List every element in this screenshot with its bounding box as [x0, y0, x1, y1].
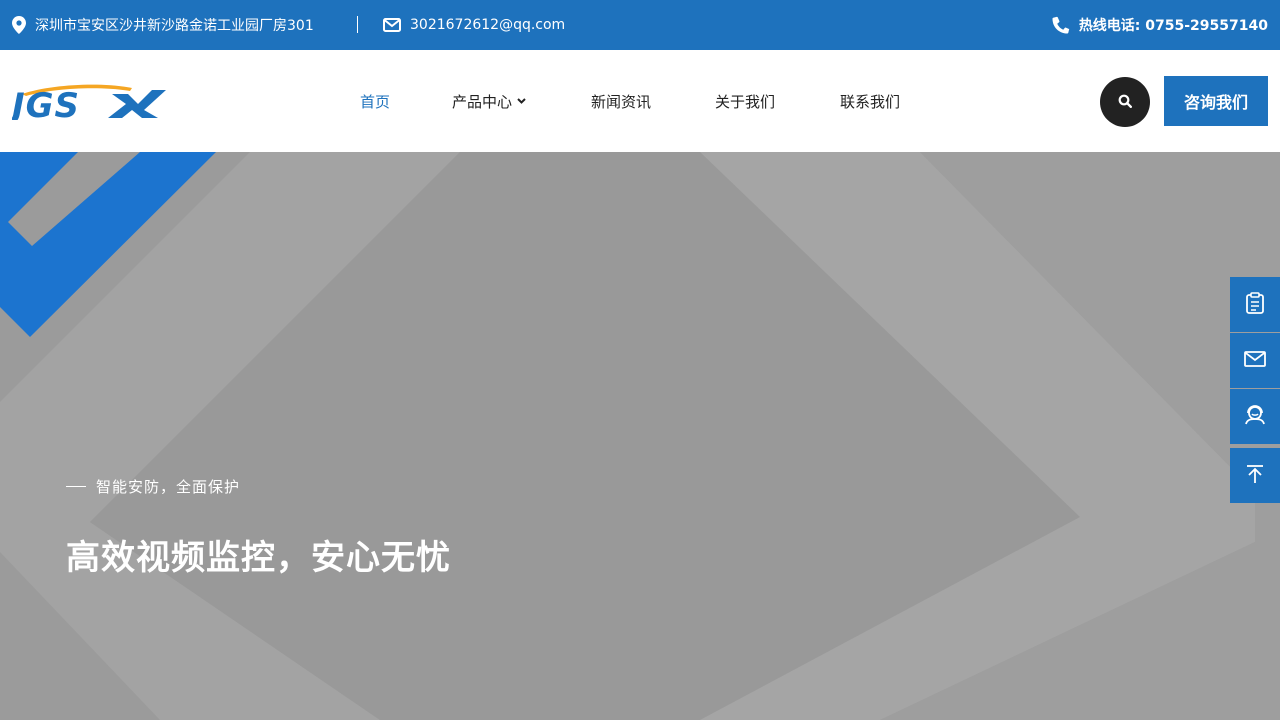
top-bar: 深圳市宝安区沙井新沙路金诺工业园厂房301 3021672612@qq.com …: [0, 0, 1280, 50]
side-back-to-top-button[interactable]: [1230, 448, 1280, 503]
location-pin-icon: [12, 16, 26, 34]
nav-home[interactable]: 首页: [360, 50, 390, 152]
email-info[interactable]: 3021672612@qq.com: [383, 0, 565, 50]
chevron-down-icon: [517, 96, 526, 107]
hero-background-graphic: [0, 152, 1280, 720]
email-text: 3021672612@qq.com: [410, 17, 566, 33]
search-icon: [1118, 93, 1132, 112]
side-customer-service-button[interactable]: [1230, 389, 1280, 444]
hero-banner: [0, 152, 1280, 720]
svg-text:JGS: JGS: [12, 86, 80, 120]
arrow-up-icon: [1245, 464, 1265, 488]
side-email-button[interactable]: [1230, 333, 1280, 388]
nav-products[interactable]: 产品中心: [452, 50, 526, 152]
side-online-consult-button[interactable]: [1230, 277, 1280, 332]
nav-contact-label: 联系我们: [840, 92, 901, 111]
search-button[interactable]: [1100, 77, 1150, 127]
hotline-text: 热线电话: 0755-29557140: [1078, 18, 1268, 34]
hero-subtitle-text: 智能安防，全面保护: [96, 478, 241, 496]
customer-service-icon: [1244, 404, 1266, 429]
divider: [357, 16, 358, 33]
nav-contact[interactable]: 联系我们: [840, 50, 900, 152]
nav-about-label: 关于我们: [715, 92, 776, 111]
hero-subtitle: 智能安防，全面保护: [66, 476, 240, 497]
hero-headline: 高效视频监控，安心无忧: [66, 538, 451, 578]
envelope-icon: [383, 18, 401, 32]
nav-news-label: 新闻资讯: [591, 92, 652, 111]
nav-home-label: 首页: [360, 92, 391, 111]
subtitle-dash: [66, 486, 86, 487]
address-text: 深圳市宝安区沙井新沙路金诺工业园厂房301: [35, 18, 314, 34]
jgsx-logo[interactable]: JGS: [6, 82, 166, 126]
consult-button[interactable]: 咨询我们: [1164, 76, 1268, 126]
hotline-info[interactable]: 热线电话: 0755-29557140: [1052, 0, 1268, 50]
nav-about[interactable]: 关于我们: [715, 50, 775, 152]
address-info: 深圳市宝安区沙井新沙路金诺工业园厂房301: [12, 0, 314, 50]
phone-icon: [1052, 16, 1070, 34]
nav-news[interactable]: 新闻资讯: [591, 50, 651, 152]
nav-products-label: 产品中心: [452, 92, 513, 111]
envelope-icon: [1244, 350, 1266, 371]
clipboard-icon: [1245, 291, 1265, 318]
